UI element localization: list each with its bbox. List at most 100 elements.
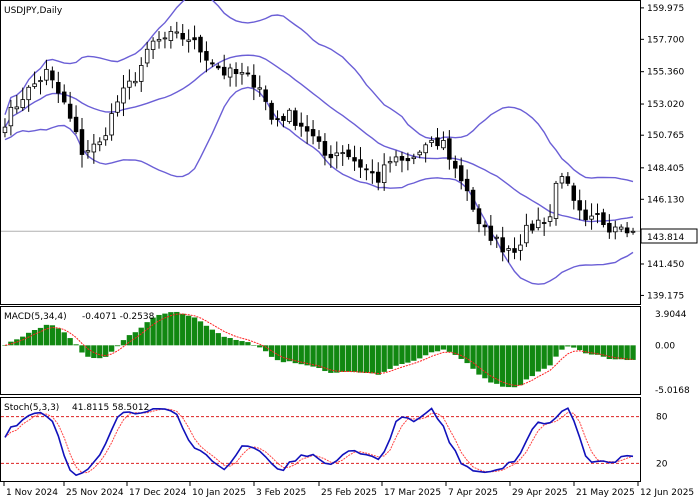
macd-histogram-bar (387, 345, 393, 369)
macd-histogram-bar (411, 345, 417, 361)
candle-body (464, 178, 470, 192)
macd-histogram-bar (2, 345, 8, 346)
price-axis-label: 159.975 (647, 4, 684, 14)
candle-body (441, 140, 446, 149)
candle-body (624, 227, 630, 234)
macd-histogram-bar (251, 345, 257, 346)
candle-body (156, 38, 162, 42)
macd-histogram-bar (624, 345, 630, 361)
macd-histogram-bar (500, 345, 506, 387)
candle-body (204, 51, 209, 61)
candle-body (127, 80, 132, 88)
macd-histogram-bar (310, 345, 316, 367)
candle-body (595, 213, 600, 215)
macd-histogram-bar (405, 345, 411, 363)
candle-body (583, 209, 588, 221)
candle-body (26, 86, 31, 101)
candle-body (589, 215, 594, 220)
macd-histogram-bar (280, 345, 287, 363)
macd-histogram-bar (577, 345, 583, 351)
candle-body (275, 118, 280, 120)
macd-histogram-bar (174, 311, 180, 346)
macd-histogram-bar (434, 345, 441, 352)
candle-body (352, 157, 357, 162)
candle-body (180, 33, 185, 40)
candle-body (44, 68, 49, 81)
macd-histogram-bar (565, 345, 571, 347)
candle-body (251, 74, 257, 88)
candle-body (91, 143, 97, 153)
candle-body (577, 200, 582, 211)
candle-body (601, 212, 606, 226)
candle-body (571, 185, 577, 201)
candle-body (358, 159, 363, 168)
macd-histogram-bar (97, 345, 103, 359)
candle-body (547, 216, 553, 222)
candle-body (97, 141, 103, 146)
macd-histogram-bar (209, 329, 216, 346)
macd-axis-label: 0.00 (655, 341, 675, 351)
candle-body (535, 219, 541, 229)
macd-histogram-bar (79, 345, 85, 353)
candle-body (470, 189, 476, 210)
chart-title: USDJPY,Daily (4, 6, 63, 16)
candle-body (168, 31, 174, 41)
macd-histogram-bar (126, 335, 133, 346)
candle-body (541, 222, 547, 224)
macd-histogram-bar (363, 345, 370, 373)
macd-histogram-bar (470, 345, 476, 369)
candle-body (50, 70, 55, 81)
macd-histogram-bar (571, 345, 577, 348)
date-axis-label: 3 Feb 2025 (256, 488, 306, 498)
macd-histogram-bar (227, 338, 233, 346)
date-axis-label: 25 Feb 2025 (321, 488, 377, 498)
macd-histogram-bar (215, 333, 221, 346)
candle-body (429, 139, 434, 144)
candle-body (435, 137, 440, 147)
price-axis-label: 141.450 (647, 260, 684, 270)
price-axis-label: 148.405 (647, 164, 684, 174)
date-axis-label: 17 Mar 2025 (384, 488, 441, 498)
price-axis-label: 139.175 (647, 291, 684, 301)
candle-body (630, 230, 636, 233)
macd-histogram-bar (369, 345, 375, 374)
macd-histogram-bar (476, 345, 482, 375)
candle-body (524, 224, 529, 244)
macd-histogram-bar (67, 338, 73, 346)
candle-body (553, 182, 559, 219)
date-axis-label: 10 Jan 2025 (192, 488, 246, 498)
candle-body (61, 91, 67, 103)
macd-histogram-bar (547, 345, 553, 366)
date-axis-label: 7 Apr 2025 (448, 488, 498, 498)
candle-body (103, 135, 108, 141)
candle-body (115, 101, 120, 113)
macd-histogram-bar (482, 345, 488, 379)
stoch-label: Stoch(5,3,3) (4, 403, 59, 413)
macd-histogram-bar (375, 345, 381, 375)
candle-body (518, 244, 523, 251)
macd-histogram-bar (304, 345, 310, 366)
macd-histogram-bar (535, 345, 541, 372)
candle-body (133, 80, 138, 84)
candle-body (530, 223, 535, 231)
date-axis-label: 29 Apr 2025 (512, 488, 568, 498)
candle-body (174, 31, 180, 34)
candle-body (32, 83, 37, 87)
candle-body (500, 237, 505, 253)
macd-histogram-bar (191, 317, 198, 346)
price-axis-label: 146.130 (647, 195, 684, 205)
candle-body (607, 222, 612, 233)
macd-histogram-bar (144, 322, 150, 346)
macd-histogram-bar (316, 345, 322, 369)
macd-histogram-bar (505, 345, 512, 388)
candle-body (210, 62, 215, 65)
macd-histogram-bar (257, 345, 263, 348)
date-axis-label: 21 May 2025 (576, 488, 635, 498)
stoch-axis-label: 80 (656, 413, 668, 423)
macd-histogram-bar (328, 345, 334, 373)
date-axis-label: 12 Jun 2025 (640, 488, 694, 498)
macd-histogram-bar (91, 345, 97, 359)
candle-body (73, 116, 79, 133)
macd-values: -0.4071 -0.2538 (82, 312, 155, 322)
candle-body (121, 87, 126, 104)
